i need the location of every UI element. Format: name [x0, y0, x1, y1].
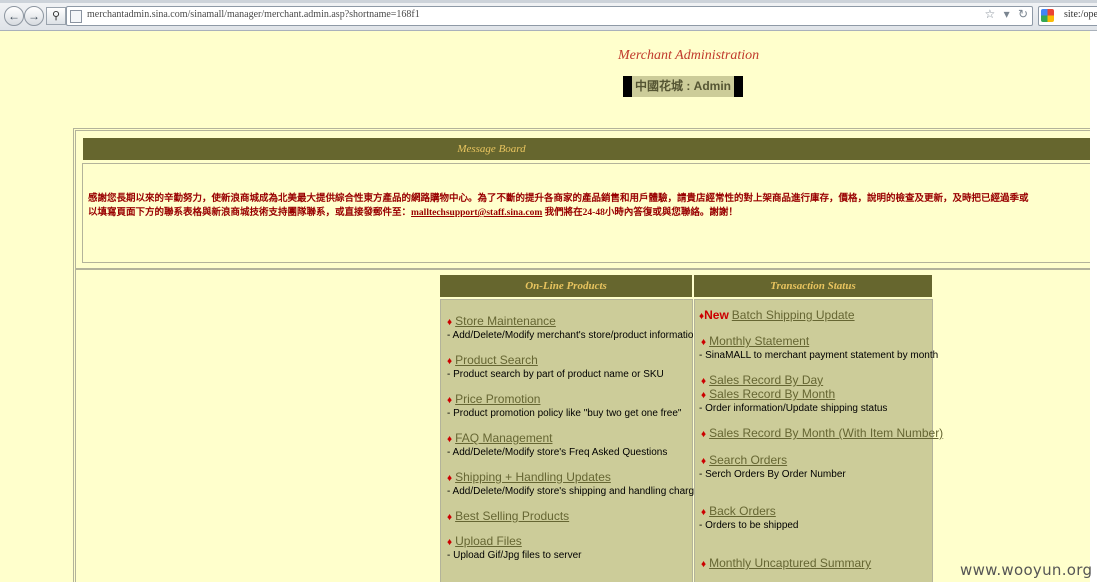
back-orders-item[interactable]: ♦ Back Orders — [701, 502, 776, 520]
bullet-diamond-icon: ♦ — [701, 337, 707, 348]
faq-management-item[interactable]: ♦ FAQ Management — [447, 429, 553, 447]
store-badge: 中國花城 : Admin — [623, 76, 743, 97]
price-promotion-desc: - Product promotion policy like "buy two… — [447, 408, 682, 419]
bullet-diamond-icon: ♦ — [701, 390, 707, 401]
store-maintenance-item[interactable]: ♦ Store Maintenance — [447, 312, 556, 330]
page-content: Merchant Administration 中國花城 : Admin Mes… — [0, 31, 1090, 582]
forward-arrow-icon[interactable]: → — [24, 6, 44, 26]
store-label: 中國花城 : Admin — [632, 76, 734, 97]
back-orders-desc: - Orders to be shipped — [699, 520, 799, 531]
transaction-status-header: Transaction Status — [694, 275, 932, 297]
shipping-handling-desc: - Add/Delete/Modify store's shipping and… — [447, 486, 705, 497]
sales-by-month-item[interactable]: ♦ Sales Record By Month — [701, 385, 835, 403]
bullet-diamond-icon: ♦ — [447, 356, 453, 367]
page-title: Merchant Administration — [618, 48, 760, 63]
message-line-2: 以填寫頁面下方的聯系表格與新浪商城技術支持團隊聯系，或直接發郵件至： — [88, 208, 412, 218]
badge-left-bar — [623, 76, 632, 97]
search-orders-desc: - Serch Orders By Order Number — [699, 469, 846, 480]
bookmark-star-icon[interactable]: ☆ — [984, 7, 995, 21]
monthly-statement-desc: - SinaMALL to merchant payment statement… — [699, 350, 939, 361]
page-favicon-icon — [70, 10, 82, 23]
browser-toolbar: ← → ⚲ merchantadmin.sina.com/sinamall/ma… — [0, 0, 1097, 31]
search-text[interactable]: site:/ope — [1064, 9, 1097, 20]
product-search-item[interactable]: ♦ Product Search — [447, 351, 538, 369]
message-board-header: Message Board — [83, 138, 1090, 160]
message-line-1: 感謝您長期以來的辛勤努力，使新浪商城成為北美最大提供綜合性東方產品的網路購物中心… — [88, 194, 1029, 204]
bullet-diamond-icon: ♦ — [447, 512, 453, 523]
bullet-diamond-icon: ♦ — [701, 429, 707, 440]
bullet-diamond-icon: ♦ — [447, 395, 453, 406]
online-products-panel: ♦ Store Maintenance - Add/Delete/Modify m… — [440, 299, 705, 582]
faq-management-desc: - Add/Delete/Modify store's Freq Asked Q… — [447, 447, 668, 458]
message-line-2-end: 我們將在24-48小時內答復或與您聯絡。謝謝！ — [542, 208, 738, 218]
bullet-diamond-icon: ♦ — [447, 317, 453, 328]
search-orders-item[interactable]: ♦ Search Orders — [701, 451, 787, 469]
address-bar[interactable]: merchantadmin.sina.com/sinamall/manager/… — [66, 6, 1033, 26]
bullet-diamond-icon: ♦ — [701, 456, 707, 467]
sales-by-month-desc: - Order information/Update shipping stat… — [699, 403, 888, 414]
support-email-link[interactable]: malltechsupport@staff.sina.com — [411, 208, 542, 218]
upload-files-item[interactable]: ♦ Upload Files — [447, 532, 522, 550]
price-promotion-item[interactable]: ♦ Price Promotion — [447, 390, 540, 408]
message-board-text: 感謝您長期以來的辛勤努力，使新浪商城成為北美最大提供綜合性東方產品的網路購物中心… — [88, 192, 1090, 220]
new-badge: New — [704, 308, 729, 322]
upload-files-desc: - Upload Gif/Jpg files to server — [447, 550, 582, 561]
reload-icon[interactable]: ↻ — [1018, 7, 1028, 21]
product-search-desc: - Product search by part of product name… — [447, 369, 664, 380]
best-selling-item[interactable]: ♦ Best Selling Products — [447, 507, 569, 525]
monthly-statement-item[interactable]: ♦ Monthly Statement — [701, 332, 809, 350]
tab-strip — [0, 0, 1097, 3]
bullet-diamond-icon: ♦ — [701, 559, 707, 570]
monthly-uncaptured-item[interactable]: ♦ Monthly Uncaptured Summary — [701, 554, 871, 572]
transaction-status-panel: ♦New Batch Shipping Update ♦ Monthly State… — [694, 299, 943, 582]
bullet-diamond-icon: ♦ — [447, 473, 453, 484]
bullet-diamond-icon: ♦ — [447, 434, 453, 445]
url-text[interactable]: merchantadmin.sina.com/sinamall/manager/… — [87, 9, 420, 20]
site-identity-icon[interactable]: ⚲ — [46, 7, 66, 25]
store-maintenance-desc: - Add/Delete/Modify merchant's store/pro… — [447, 330, 700, 341]
online-products-header: On-Line Products — [440, 275, 692, 297]
batch-shipping-item[interactable]: ♦New Batch Shipping Update — [699, 306, 855, 324]
scrollbar-area — [1090, 31, 1097, 582]
badge-right-bar — [734, 76, 743, 97]
back-arrow-icon[interactable]: ← — [4, 6, 24, 26]
sales-by-month-item-number-item[interactable]: ♦ Sales Record By Month (With Item Number… — [701, 424, 943, 442]
bullet-diamond-icon: ♦ — [701, 507, 707, 518]
bullet-diamond-icon: ♦ — [447, 537, 453, 548]
message-board-body: 感謝您長期以來的辛勤努力，使新浪商城成為北美最大提供綜合性東方產品的網路購物中心… — [82, 163, 1090, 263]
watermark: www.wooyun.org — [960, 561, 1093, 579]
shipping-handling-item[interactable]: ♦ Shipping + Handling Updates — [447, 468, 611, 486]
google-search-icon[interactable] — [1041, 9, 1054, 22]
search-box[interactable]: site:/ope — [1038, 6, 1097, 26]
dropdown-arrow-icon[interactable]: ▾ — [1004, 7, 1010, 21]
